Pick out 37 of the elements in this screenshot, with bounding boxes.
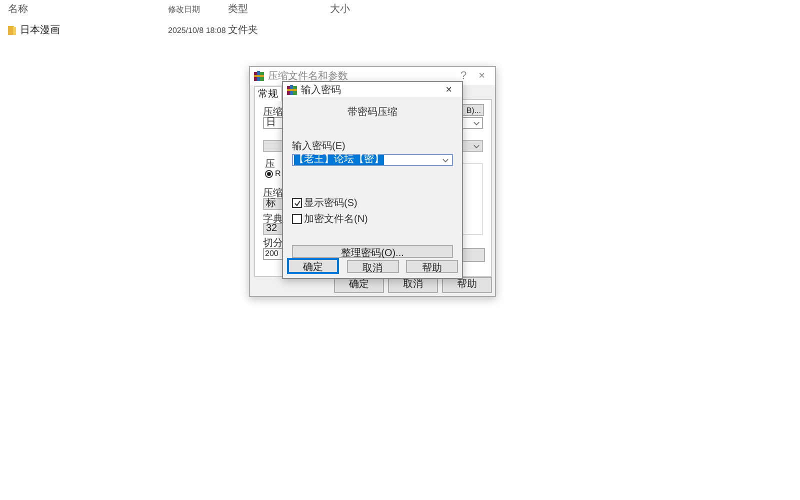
close-button[interactable]: × — [442, 84, 456, 96]
field-label: 字典 — [263, 212, 283, 225]
dialog-button[interactable]: 确定 — [287, 258, 339, 274]
group-label: 压 — [265, 158, 275, 171]
dialog-heading: 带密码压缩 — [348, 106, 398, 119]
column-header[interactable]: 名称 — [8, 2, 168, 16]
column-header[interactable]: 修改日期 — [168, 4, 228, 14]
window-title: 压缩文件名和参数 — [268, 70, 349, 83]
chevron-down-icon — [473, 144, 480, 148]
archive-books-icon — [287, 84, 297, 94]
radio-label[interactable]: R — [275, 169, 281, 178]
organize-passwords-button[interactable]: 整理密码(O)... — [292, 245, 453, 258]
field-label: 压缩 — [263, 186, 283, 199]
field-label: 压缩 — [263, 106, 283, 118]
file-name[interactable]: 日本漫画 — [20, 23, 60, 37]
close-button[interactable]: × — [474, 70, 489, 82]
folder-icon — [8, 26, 16, 34]
modified-date: 2025/10/8 18:08 — [168, 26, 227, 34]
archive-books-icon — [254, 71, 264, 81]
chevron-down-icon — [442, 158, 449, 162]
dialog-button[interactable]: 帮助 — [442, 277, 492, 293]
dialog-button[interactable]: 帮助 — [406, 260, 458, 272]
option-checkbox[interactable]: 显示密码(S) — [292, 196, 358, 210]
column-header[interactable]: 大小 — [330, 2, 350, 16]
radio-button[interactable] — [265, 170, 273, 178]
file-type: 文件夹 — [228, 24, 259, 37]
option-checkbox[interactable]: 加密文件名(N) — [292, 212, 368, 226]
password-label: 输入密码(E) — [292, 140, 346, 153]
chevron-down-icon — [473, 120, 480, 126]
tab[interactable]: 常规 — [254, 86, 282, 101]
help-button[interactable]: ? — [456, 70, 471, 82]
window-title: 输入密码 — [301, 84, 342, 96]
field-label: 切分 — [263, 236, 283, 250]
checkmark-icon — [294, 200, 300, 206]
password-field[interactable]: 【老王】论坛【密】 — [292, 154, 453, 166]
column-header[interactable]: 类型 — [228, 2, 330, 16]
dialog-button[interactable]: 取消 — [346, 260, 398, 272]
